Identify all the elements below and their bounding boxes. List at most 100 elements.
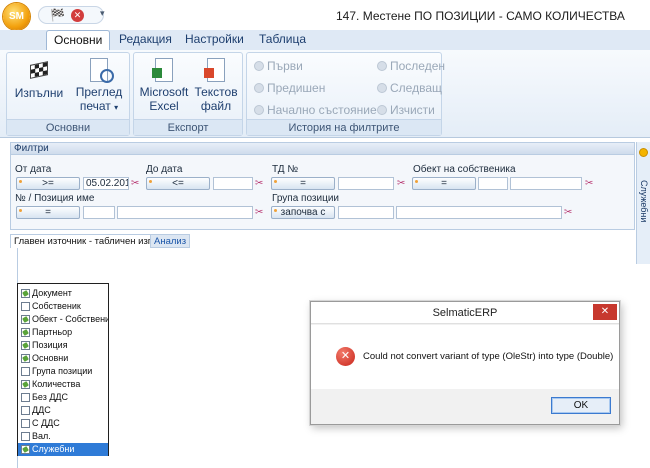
clear-position-name-icon[interactable]: ✂	[255, 208, 265, 218]
owner-object-input[interactable]	[510, 177, 582, 190]
column-checkbox[interactable]	[21, 341, 30, 350]
owner-object-label: Обект на собственика	[413, 164, 516, 175]
column-checkbox[interactable]	[21, 289, 30, 298]
owner-object-code-input[interactable]	[478, 177, 508, 190]
to-date-input[interactable]	[213, 177, 253, 190]
td-number-input[interactable]	[338, 177, 394, 190]
position-name-input[interactable]	[117, 206, 253, 219]
column-label: Без ДДС	[32, 392, 69, 402]
column-list-item[interactable]: Без ДДС	[18, 391, 108, 404]
column-checkbox[interactable]	[21, 432, 30, 441]
clear-owner-object-icon[interactable]: ✂	[585, 179, 595, 189]
column-list-item[interactable]: Обект - Собственик	[18, 313, 108, 326]
to-date-label: До дата	[146, 164, 183, 175]
column-chooser-list[interactable]: Документ Собственик Обект - Собственик Парт…	[17, 283, 109, 456]
history-clear-button[interactable]: Изчисти	[377, 101, 435, 119]
error-dialog: SelmaticERP ✕ ✕ Could not convert varian…	[310, 301, 620, 425]
column-checkbox[interactable]	[21, 380, 30, 389]
column-label: Група позиции	[32, 366, 93, 376]
checkered-flag-icon	[30, 61, 48, 79]
td-number-label: ТД №	[272, 164, 299, 175]
position-group-code-input[interactable]	[338, 206, 394, 219]
clear-from-date-icon[interactable]: ✂	[131, 179, 141, 189]
column-checkbox[interactable]	[21, 367, 30, 376]
run-button[interactable]: Изпълни	[11, 55, 67, 117]
td-number-operator[interactable]: =	[271, 177, 335, 190]
close-icon[interactable]: ✕	[593, 304, 617, 320]
column-label: Основни	[32, 353, 69, 363]
dialog-body: ✕ Could not convert variant of type (Ole…	[311, 325, 619, 389]
position-name-operator[interactable]: =	[16, 206, 80, 219]
column-list-item[interactable]: Служебни	[18, 443, 108, 456]
column-label: ДДС	[32, 405, 51, 415]
tab-settings[interactable]: Настройки	[178, 30, 251, 50]
history-last-button[interactable]: Последен	[377, 57, 445, 75]
tab-edit[interactable]: Редакция	[112, 30, 179, 50]
column-label: Собственик	[32, 301, 81, 311]
history-next-button[interactable]: Следващ	[377, 79, 442, 97]
last-icon	[377, 61, 387, 71]
ribbon-group-filter-history: Първи Предишен Начално състояние Последе…	[246, 52, 445, 136]
column-list-item[interactable]: Количества	[18, 378, 108, 391]
history-previous-button[interactable]: Предишен	[254, 79, 325, 97]
column-list-item[interactable]: С ДДС	[18, 417, 108, 430]
column-list-item[interactable]: Позиция	[18, 339, 108, 352]
column-list-item[interactable]: Собственик	[18, 300, 108, 313]
column-list-item[interactable]: Основни	[18, 352, 108, 365]
column-label: Вал.	[32, 431, 51, 441]
position-code-input[interactable]	[83, 206, 115, 219]
text-export-icon	[204, 58, 225, 82]
ribbon-group-label: Основни	[7, 119, 129, 135]
clear-icon	[377, 105, 387, 115]
export-text-button[interactable]: Текстов файл	[192, 55, 240, 117]
history-first-button[interactable]: Първи	[254, 57, 303, 75]
reset-icon	[254, 105, 264, 115]
column-list-item[interactable]: ДДС	[18, 404, 108, 417]
to-date-operator[interactable]: <=	[146, 177, 210, 190]
column-checkbox[interactable]	[21, 315, 30, 324]
print-preview-icon	[90, 58, 114, 83]
excel-export-icon	[152, 58, 173, 82]
position-group-input[interactable]	[396, 206, 562, 219]
tab-table[interactable]: Таблица	[252, 30, 313, 50]
ok-button[interactable]: OK	[551, 397, 611, 414]
column-checkbox[interactable]	[21, 328, 30, 337]
position-group-label: Група позиции	[272, 193, 339, 204]
export-excel-button[interactable]: Microsoft Excel	[137, 55, 191, 117]
print-preview-button[interactable]: Преглед печат ▾	[73, 55, 125, 117]
from-date-input[interactable]: 05.02.2014 г.	[83, 177, 129, 190]
clear-td-number-icon[interactable]: ✂	[397, 179, 407, 189]
chevron-down-icon: ▾	[114, 103, 119, 112]
column-checkbox[interactable]	[21, 406, 30, 415]
tab-main[interactable]: Основни	[46, 30, 111, 50]
owner-object-operator[interactable]: =	[412, 177, 476, 190]
history-reset-button[interactable]: Начално състояние	[254, 101, 377, 119]
column-checkbox[interactable]	[21, 419, 30, 428]
first-icon	[254, 61, 264, 71]
column-list-item[interactable]: Партньор	[18, 326, 108, 339]
tab-main-source-table-view[interactable]: Главен източник - табличен изглед	[10, 234, 172, 248]
position-group-operator[interactable]: започва с	[271, 206, 335, 219]
column-list-item[interactable]: Документ	[18, 287, 108, 300]
stop-icon[interactable]: ✕	[71, 9, 84, 22]
window-title: 147. Местене ПО ПОЗИЦИИ - САМО КОЛИЧЕСТВ…	[336, 9, 625, 23]
clear-to-date-icon[interactable]: ✂	[255, 179, 265, 189]
from-date-operator[interactable]: >=	[16, 177, 80, 190]
previous-icon	[254, 83, 264, 93]
column-checkbox[interactable]	[21, 393, 30, 402]
column-list-item[interactable]: Група позиции	[18, 365, 108, 378]
next-icon	[377, 83, 387, 93]
checkered-flag-icon[interactable]: 🏁	[50, 8, 65, 22]
column-checkbox[interactable]	[21, 302, 30, 311]
tab-analysis[interactable]: Анализ	[150, 234, 191, 248]
chevron-down-icon[interactable]: ▾	[100, 8, 105, 19]
app-logo[interactable]: SM	[3, 3, 30, 30]
column-checkbox[interactable]	[21, 445, 30, 454]
column-label: Документ	[32, 288, 72, 298]
side-panel-service[interactable]: Служебни	[636, 142, 650, 264]
clear-position-group-icon[interactable]: ✂	[564, 208, 574, 218]
column-checkbox[interactable]	[21, 354, 30, 363]
pin-icon[interactable]	[639, 148, 648, 157]
column-list-item[interactable]: Вал.	[18, 430, 108, 443]
ribbon-group-label: Експорт	[134, 119, 242, 135]
